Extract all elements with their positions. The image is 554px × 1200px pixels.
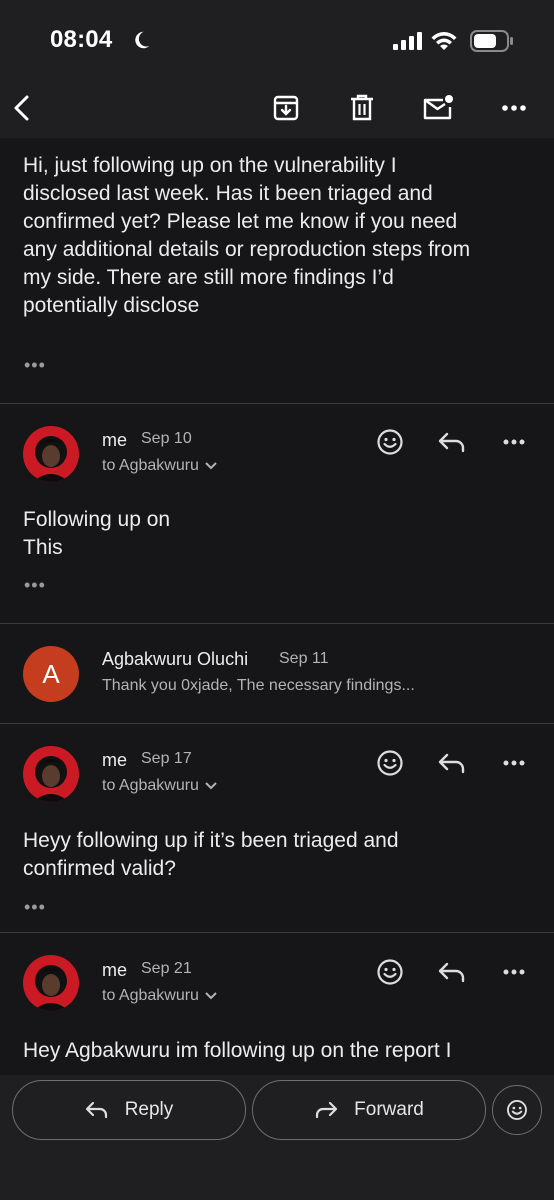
recipient-text: to Agbakwuru xyxy=(102,457,199,474)
message-date: Sep 10 xyxy=(141,430,192,447)
more-icon[interactable] xyxy=(499,748,529,778)
message-card: Hi, just following up on the vulnerabili… xyxy=(0,138,554,403)
back-arrow-icon[interactable] xyxy=(6,92,38,124)
message-body: Hey Agbakwuru im following up on the rep… xyxy=(23,1039,452,1062)
sender-name: me xyxy=(102,960,128,980)
emoji-icon[interactable] xyxy=(375,427,405,457)
sender-name: me xyxy=(102,430,128,450)
recipient-line[interactable]: to Agbakwuru xyxy=(102,777,218,795)
message-date: Sep 11 xyxy=(279,650,329,667)
emoji-icon xyxy=(507,1100,527,1120)
emoji-icon[interactable] xyxy=(375,957,405,987)
sender-name: Agbakwuru Oluchi xyxy=(102,649,249,669)
battery-icon xyxy=(470,30,513,52)
chevron-down-icon xyxy=(205,782,218,790)
forward-icon xyxy=(316,1101,338,1119)
avatar[interactable] xyxy=(23,426,79,482)
avatar[interactable] xyxy=(23,746,79,802)
sender-name: me xyxy=(102,750,128,770)
trash-icon[interactable] xyxy=(346,92,378,124)
moon-icon xyxy=(135,31,150,49)
show-trimmed-button[interactable]: ••• xyxy=(24,576,46,594)
forward-button[interactable]: Forward xyxy=(252,1080,486,1140)
recipient-text: to Agbakwuru xyxy=(102,777,199,794)
message-date: Sep 17 xyxy=(141,750,192,767)
collapsed-message[interactable]: A Agbakwuru Oluchi Sep 11 Thank you 0xja… xyxy=(0,624,554,723)
show-trimmed-button[interactable]: ••• xyxy=(24,356,46,374)
more-icon[interactable] xyxy=(498,92,530,124)
reply-icon xyxy=(85,1101,107,1119)
message-snippet: Thank you 0xjade, The necessary findings… xyxy=(102,677,415,694)
recipient-line[interactable]: to Agbakwuru xyxy=(102,457,218,475)
message-body: Heyy following up if it’s been triaged a… xyxy=(23,829,399,880)
message-card: me Sep 10 to Agbakwuru Following up on T… xyxy=(0,404,554,623)
status-bar: 08:04 xyxy=(0,0,554,80)
recipient-line[interactable]: to Agbakwuru xyxy=(102,987,218,1005)
avatar[interactable] xyxy=(23,955,79,1011)
show-trimmed-button[interactable]: ••• xyxy=(24,898,46,916)
forward-label: Forward xyxy=(354,1099,424,1120)
message-body: Following up on This xyxy=(23,508,171,559)
mark-unread-icon[interactable] xyxy=(422,92,454,124)
status-time: 08:04 xyxy=(50,26,113,53)
chevron-down-icon xyxy=(205,992,218,1000)
reply-icon[interactable] xyxy=(437,957,467,987)
chevron-down-icon xyxy=(205,462,218,470)
message-body: Hi, just following up on the vulnerabili… xyxy=(23,154,471,317)
reply-icon[interactable] xyxy=(437,748,467,778)
emoji-icon[interactable] xyxy=(375,748,405,778)
reply-button[interactable]: Reply xyxy=(12,1080,246,1140)
reply-label: Reply xyxy=(124,1099,174,1120)
message-card: me Sep 17 to Agbakwuru Heyy following up… xyxy=(0,724,554,932)
wifi-icon xyxy=(431,32,457,50)
emoji-reaction-button[interactable] xyxy=(492,1085,542,1135)
reply-icon[interactable] xyxy=(437,427,467,457)
message-date: Sep 21 xyxy=(141,960,192,977)
more-icon[interactable] xyxy=(499,427,529,457)
signal-icon xyxy=(393,32,422,50)
avatar: A xyxy=(23,646,79,702)
email-toolbar xyxy=(0,80,554,138)
recipient-text: to Agbakwuru xyxy=(102,987,199,1004)
more-icon[interactable] xyxy=(499,957,529,987)
archive-icon[interactable] xyxy=(270,92,302,124)
